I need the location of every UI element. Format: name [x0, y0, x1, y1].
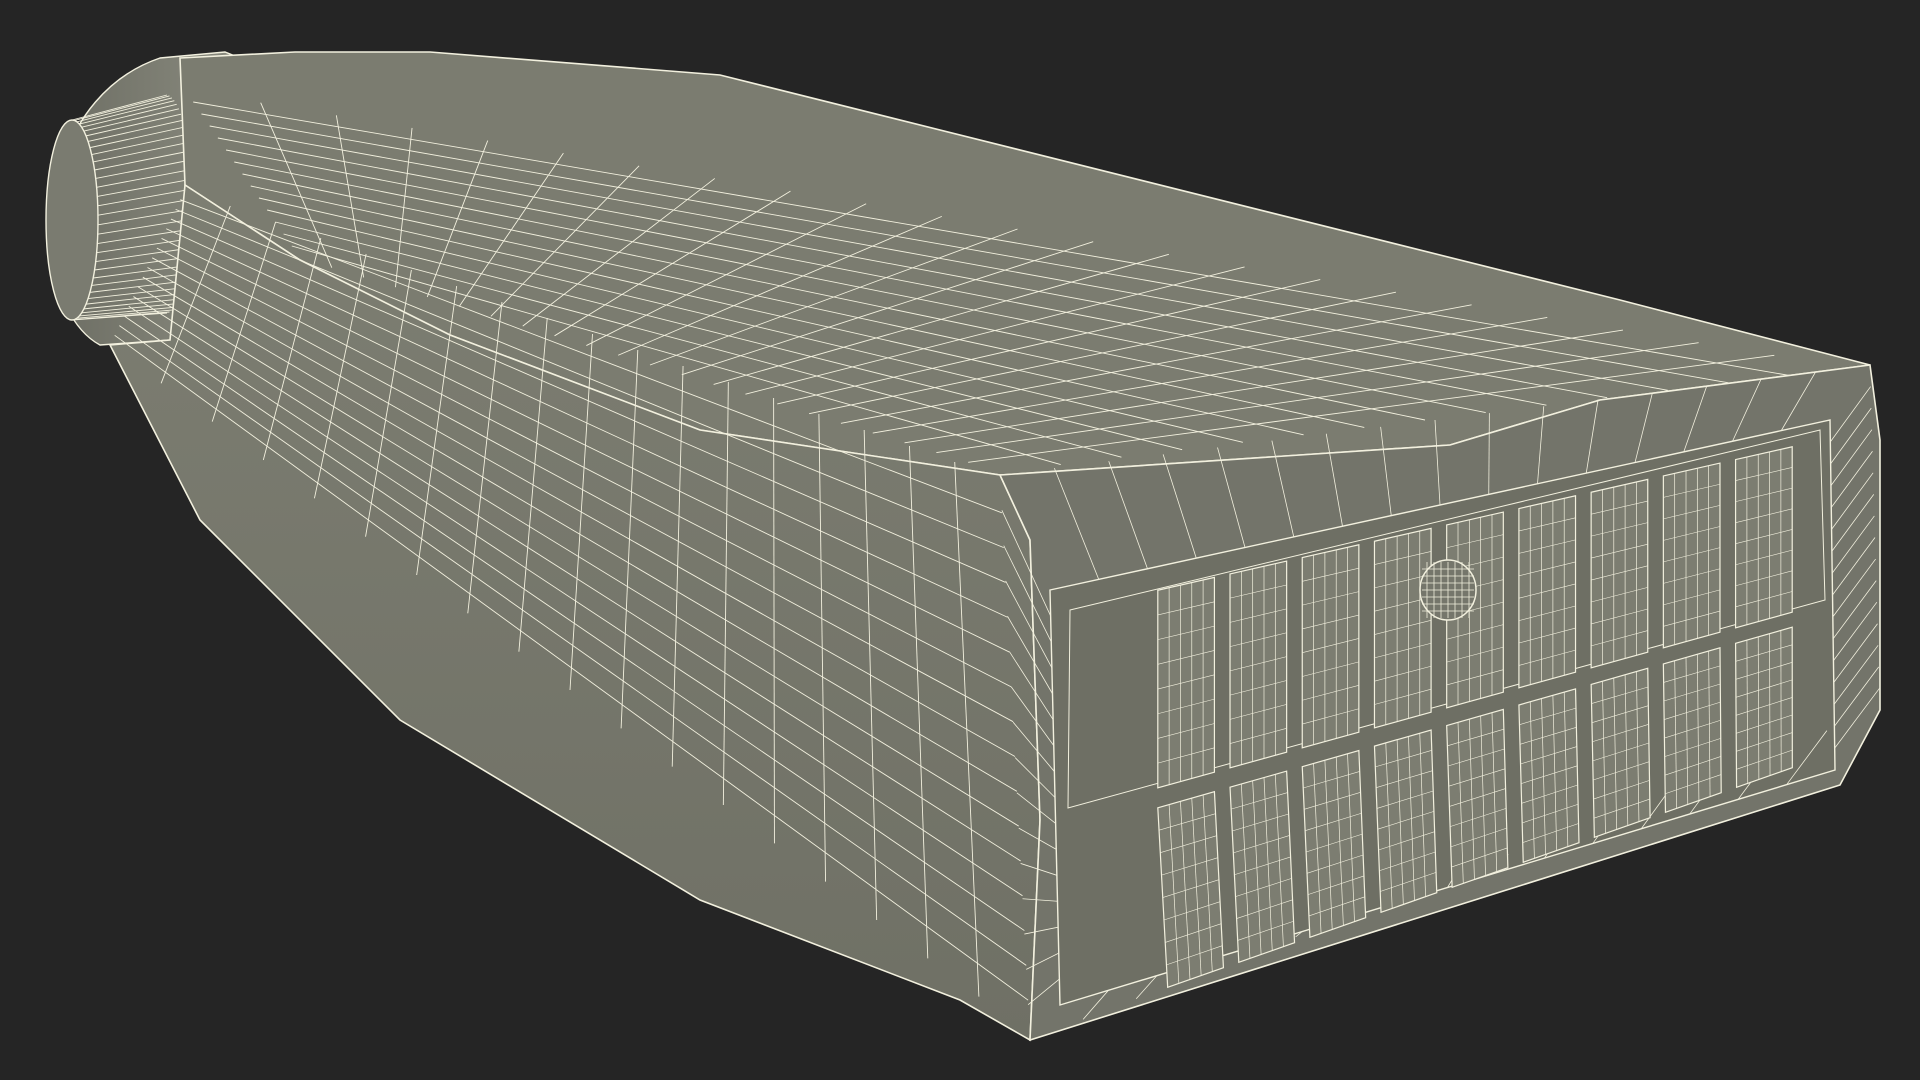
mold-mark [1419, 559, 1477, 621]
render-viewport [0, 0, 1920, 1080]
bottle-wireframe [45, 51, 1881, 1042]
